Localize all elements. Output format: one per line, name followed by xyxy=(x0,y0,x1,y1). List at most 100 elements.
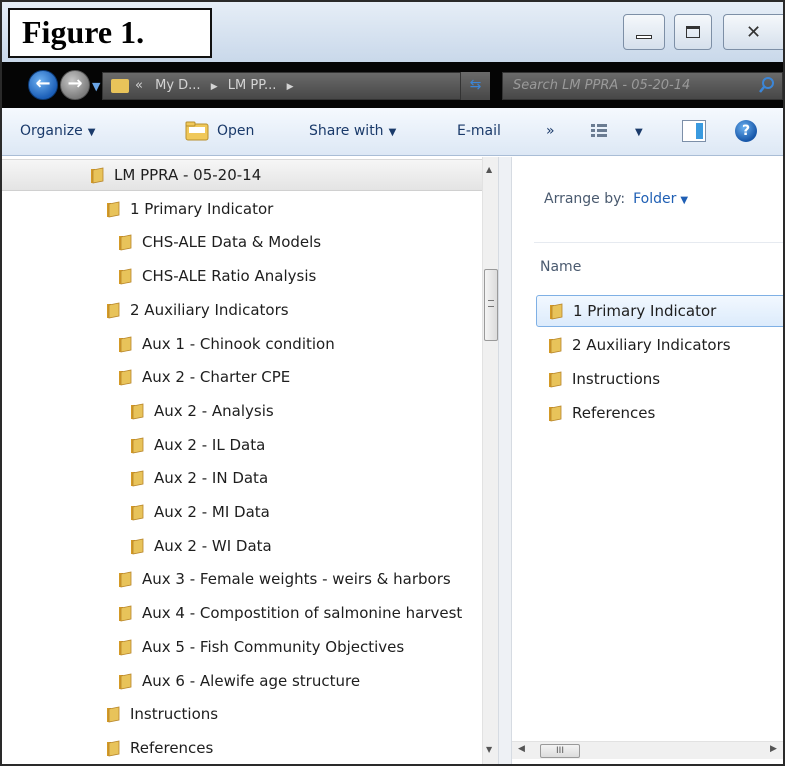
scroll-left-icon[interactable]: ◀ xyxy=(518,744,525,754)
tree-item-label: 1 Primary Indicator xyxy=(130,199,274,218)
file-list-pane: Arrange by: Folder ▼ Name 1 Primary Indica… xyxy=(512,157,783,764)
arrange-by: Arrange by: Folder ▼ xyxy=(544,191,688,207)
scroll-down-icon[interactable]: ▼ xyxy=(486,745,492,754)
maximize-icon xyxy=(686,26,700,38)
folder-icon xyxy=(131,470,144,487)
folder-icon xyxy=(131,538,144,555)
close-button[interactable]: ✕ xyxy=(723,14,783,50)
tree-item[interactable]: 2 Auxiliary Indicators xyxy=(104,294,289,326)
search-placeholder: Search LM PPRA - 05-20-14 xyxy=(513,78,691,93)
tree-item[interactable]: Aux 3 - Female weights - weirs & harbors xyxy=(116,563,451,595)
command-bar: Organize ▼ Open Share with ▼ E-mail » ▼ ? xyxy=(2,108,783,156)
folder-icon xyxy=(107,201,120,218)
tree-item[interactable]: Aux 6 - Alewife age structure xyxy=(116,665,360,697)
share-with-button[interactable]: Share with ▼ xyxy=(309,123,396,139)
name-column-header[interactable]: Name xyxy=(540,259,581,275)
breadcrumb-item[interactable]: My D... xyxy=(155,78,200,93)
navigation-bar: ← → ▼ « My D... ▶ LM PP... ▶ ▼ ⇆ Search … xyxy=(2,62,783,108)
tree-item-label: Instructions xyxy=(130,705,219,724)
preview-pane-icon[interactable] xyxy=(682,120,706,142)
file-list-item-label: References xyxy=(572,404,656,422)
file-list-item[interactable]: 2 Auxiliary Indicators xyxy=(536,329,783,361)
tree-item-label: Aux 2 - IL Data xyxy=(154,435,266,454)
figure-label: Figure 1. xyxy=(8,8,212,58)
tree-item-label: Aux 2 - MI Data xyxy=(154,503,270,521)
file-list-item[interactable]: References xyxy=(536,397,783,429)
tree-item-label: CHS-ALE Data & Models xyxy=(142,233,322,252)
arrange-by-label: Arrange by: xyxy=(544,191,626,207)
forward-button[interactable]: → xyxy=(60,70,90,100)
open-label: Open xyxy=(217,123,255,139)
tree-item[interactable]: CHS-ALE Ratio Analysis xyxy=(116,260,316,292)
scroll-up-icon[interactable]: ▲ xyxy=(486,165,492,174)
tree-item[interactable]: Aux 2 - WI Data xyxy=(128,530,272,562)
tree-item[interactable]: 1 Primary Indicator xyxy=(104,193,273,225)
folder-icon xyxy=(119,605,132,622)
more-commands-button[interactable]: » xyxy=(546,123,555,139)
tree-item-label: Aux 2 - WI Data xyxy=(154,536,272,555)
folder-icon xyxy=(107,740,120,757)
views-icon[interactable] xyxy=(590,123,608,139)
tree-item[interactable]: References xyxy=(104,732,213,764)
search-icon[interactable] xyxy=(758,76,776,94)
vertical-scrollbar[interactable]: ▲ ▼ xyxy=(482,157,498,764)
more-label: » xyxy=(546,123,555,139)
close-icon: ✕ xyxy=(745,21,762,43)
tree-item[interactable]: Aux 2 - MI Data xyxy=(128,496,270,528)
tree-item[interactable]: Aux 1 - Chinook condition xyxy=(116,328,335,360)
tree-item-label: Aux 2 - Analysis xyxy=(154,401,274,420)
tree-item-label: Aux 5 - Fish Community Objectives xyxy=(142,637,405,656)
help-icon[interactable]: ? xyxy=(735,120,757,142)
chevron-down-icon[interactable]: ▼ xyxy=(680,195,688,206)
horizontal-scrollbar[interactable]: ◀ III ▶ xyxy=(512,741,783,759)
forward-arrow-icon: → xyxy=(67,73,83,94)
file-list-item[interactable]: 1 Primary Indicator xyxy=(536,295,783,327)
tree-item[interactable]: Aux 2 - Analysis xyxy=(128,395,274,427)
breadcrumb-separator[interactable]: ▶ xyxy=(287,82,294,92)
folder-icon xyxy=(111,79,129,93)
tree-item[interactable]: Instructions xyxy=(104,698,218,730)
email-button[interactable]: E-mail xyxy=(457,123,501,139)
minimize-button[interactable] xyxy=(623,14,665,50)
folder-icon xyxy=(107,302,120,319)
file-list-item[interactable]: Instructions xyxy=(536,363,783,395)
scrollbar-thumb[interactable]: III xyxy=(540,744,580,758)
pane-splitter[interactable] xyxy=(498,157,512,764)
refresh-button[interactable]: ⇆ xyxy=(460,72,490,100)
tree-item[interactable]: Aux 2 - IN Data xyxy=(128,462,268,494)
tree-item-label: Aux 4 - Compostition of salmonine harves… xyxy=(142,604,463,623)
address-bar[interactable]: « My D... ▶ LM PP... ▶ ▼ xyxy=(102,72,488,100)
tree-item-label: Aux 2 - Charter CPE xyxy=(142,368,291,387)
breadcrumb-separator[interactable]: ▶ xyxy=(211,82,218,92)
maximize-button[interactable] xyxy=(674,14,712,50)
folder-icon xyxy=(549,371,562,388)
refresh-icon: ⇆ xyxy=(469,77,482,93)
open-button[interactable]: Open xyxy=(217,123,254,139)
tree-item[interactable]: CHS-ALE Data & Models xyxy=(116,226,321,258)
organize-label: Organize xyxy=(20,123,83,139)
recent-pages-dropdown-icon[interactable]: ▼ xyxy=(92,80,100,93)
breadcrumb-item[interactable]: LM PP... xyxy=(228,78,277,93)
scrollbar-thumb[interactable] xyxy=(484,269,498,341)
chevron-down-icon: ▼ xyxy=(87,127,96,138)
title-bar: Figure 1. ✕ xyxy=(2,2,783,62)
tree-item-label: References xyxy=(130,738,214,757)
views-dropdown-icon[interactable]: ▼ xyxy=(630,123,643,139)
scroll-right-icon[interactable]: ▶ xyxy=(770,744,777,754)
folder-icon xyxy=(549,405,562,422)
tree-item[interactable]: LM PPRA - 05-20-14 xyxy=(2,159,482,191)
tree-item-label: Aux 2 - IN Data xyxy=(154,469,269,488)
folder-icon xyxy=(131,437,144,454)
tree-item[interactable]: Aux 2 - Charter CPE xyxy=(116,361,290,393)
folder-icon xyxy=(119,336,132,352)
tree-item-label: Aux 6 - Alewife age structure xyxy=(142,671,361,690)
organize-button[interactable]: Organize ▼ xyxy=(20,123,95,139)
tree-item[interactable]: Aux 4 - Compostition of salmonine harves… xyxy=(116,597,462,629)
tree-item[interactable]: Aux 5 - Fish Community Objectives xyxy=(116,631,404,663)
folder-icon xyxy=(131,403,144,420)
search-input[interactable]: Search LM PPRA - 05-20-14 xyxy=(502,72,783,100)
tree-item[interactable]: Aux 2 - IL Data xyxy=(128,429,265,461)
back-button[interactable]: ← xyxy=(28,70,58,100)
tree-item-label: LM PPRA - 05-20-14 xyxy=(114,166,262,184)
arrange-by-value[interactable]: Folder xyxy=(633,191,676,207)
